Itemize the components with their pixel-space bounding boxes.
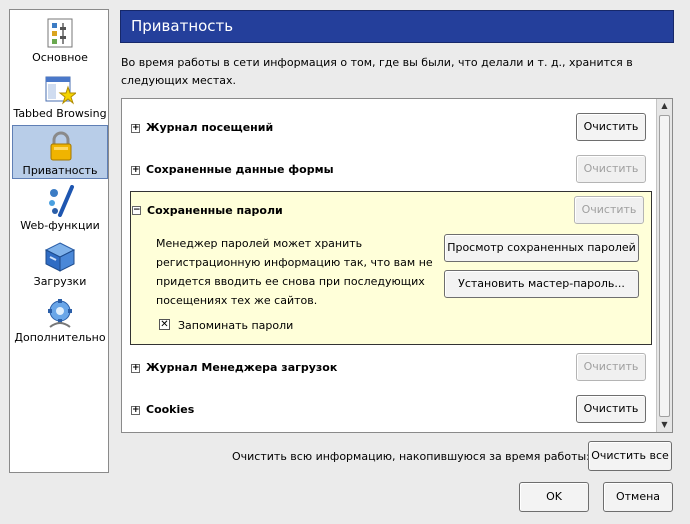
remember-passwords-checkbox[interactable]: ✕ (159, 319, 170, 330)
cancel-button[interactable]: Отмена (603, 482, 673, 512)
ok-button[interactable]: OK (519, 482, 589, 512)
sidebar-item-label: Приватность (22, 164, 98, 177)
downloads-icon (44, 242, 76, 272)
tabbed-browsing-icon (45, 76, 76, 105)
passwords-description: Менеджер паролей может хранить регистрац… (156, 237, 433, 307)
sidebar-item-tabbed-browsing[interactable]: Tabbed Browsing (12, 69, 108, 123)
download-history-row: + Журнал Менеджера загрузок Очистить (130, 351, 650, 387)
sidebar-item-label: Tabbed Browsing (13, 107, 107, 120)
set-master-password-button[interactable]: Установить мастер-пароль... (444, 270, 639, 298)
scroll-thumb[interactable] (659, 115, 670, 417)
scroll-up-icon[interactable]: ▲ (657, 99, 672, 113)
category-sidebar: Основное Tabbed Browsing Приватность Web… (9, 9, 109, 473)
clear-passwords-button[interactable]: Очистить (574, 196, 644, 224)
lock-icon (50, 131, 72, 161)
row-title: Сохраненные пароли (147, 204, 283, 217)
clear-download-history-button[interactable]: Очистить (576, 353, 646, 381)
clear-form-data-button[interactable]: Очистить (576, 155, 646, 183)
row-title: Сохраненные данные формы (146, 163, 334, 176)
row-title: Журнал посещений (146, 121, 274, 134)
remember-passwords-label: Запоминать пароли (178, 319, 294, 332)
sidebar-item-privacy[interactable]: Приватность (12, 125, 108, 179)
clear-all-label: Очистить всю информацию, накопившуюся за… (232, 450, 590, 463)
expand-toggle[interactable]: + (131, 166, 140, 175)
scroll-down-icon[interactable]: ▼ (657, 418, 672, 432)
sidebar-item-label: Web-функции (20, 219, 100, 232)
sidebar-item-label: Дополнительно (14, 331, 106, 344)
sidebar-item-web-features[interactable]: Web-функции (12, 181, 108, 235)
expand-toggle[interactable]: + (131, 364, 140, 373)
expand-toggle[interactable]: + (131, 406, 140, 415)
page-title: Приватность (120, 10, 674, 43)
sidebar-item-advanced[interactable]: Дополнительно (12, 293, 108, 347)
saved-passwords-section: − Сохраненные пароли Очистить Менеджер п… (130, 191, 652, 345)
row-title: Журнал Менеджера загрузок (146, 361, 338, 374)
collapse-toggle[interactable]: − (132, 206, 141, 215)
sidebar-item-label: Основное (32, 51, 88, 64)
clear-cookies-button[interactable]: Очистить (576, 395, 646, 423)
expand-toggle[interactable]: + (131, 124, 140, 133)
history-row: + Журнал посещений Очистить (130, 111, 650, 147)
cookies-row: + Cookies Очистить (130, 393, 650, 429)
row-title: Cookies (146, 403, 195, 416)
advanced-icon (48, 299, 72, 328)
general-settings-icon (47, 18, 73, 48)
sidebar-item-label: Загрузки (33, 275, 87, 288)
form-data-row: + Сохраненные данные формы Очистить (130, 153, 650, 189)
clear-all-button[interactable]: Очистить все (588, 441, 672, 471)
vertical-scrollbar[interactable]: ▲ ▼ (656, 99, 672, 432)
privacy-items-panel: + Журнал посещений Очистить + Сохраненны… (121, 98, 673, 433)
sidebar-item-downloads[interactable]: Загрузки (12, 237, 108, 291)
intro-text: Во время работы в сети информация о том,… (121, 56, 633, 87)
sidebar-item-general[interactable]: Основное (12, 13, 108, 67)
clear-history-button[interactable]: Очистить (576, 113, 646, 141)
view-saved-passwords-button[interactable]: Просмотр сохраненных паролей (444, 234, 639, 262)
web-features-icon (49, 185, 74, 217)
